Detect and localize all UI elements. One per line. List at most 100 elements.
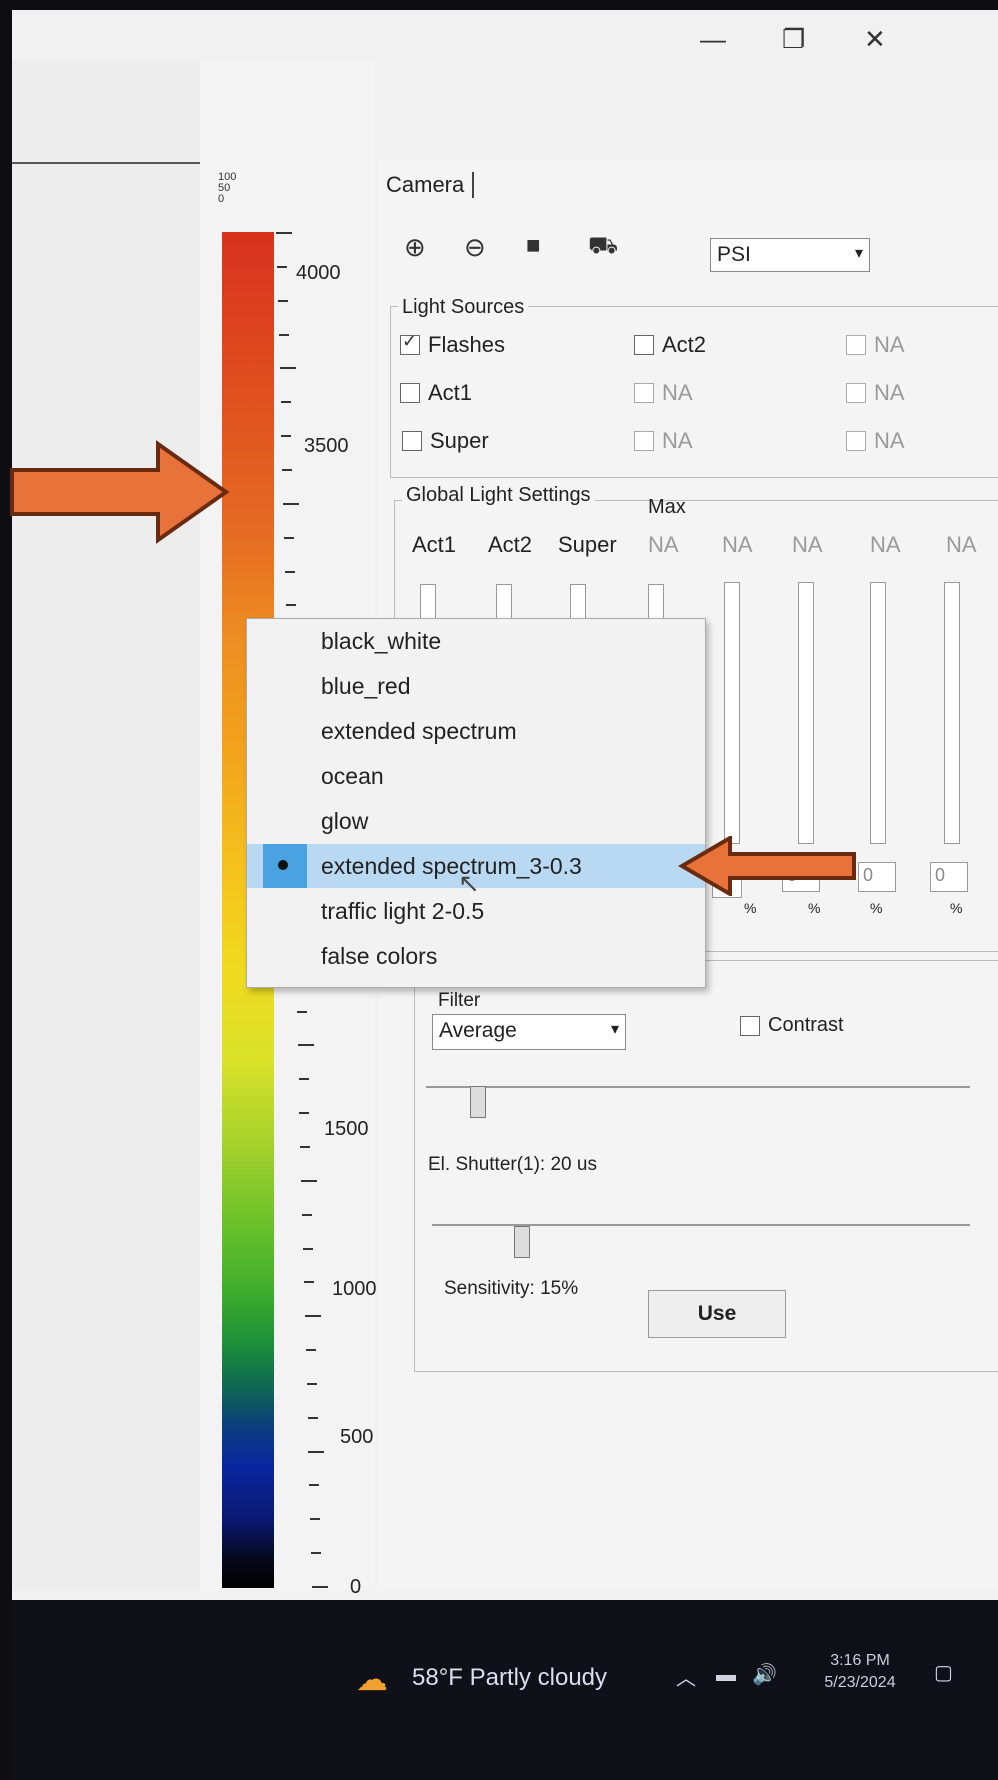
scale-tick [283, 502, 300, 505]
checkbox-box [846, 383, 866, 403]
annotation-arrow-right-icon [10, 440, 230, 544]
checkbox-box[interactable] [402, 431, 422, 451]
checkbox-label: Contrast [768, 1014, 844, 1036]
menu-item-label: black_white [321, 627, 442, 654]
shutter-slider-track[interactable] [432, 1224, 970, 1226]
checkbox-na: NA [634, 380, 693, 406]
camera-icon[interactable]: ■ [526, 232, 541, 260]
checkbox-na: NA [846, 428, 905, 454]
checkbox-flashes[interactable]: Flashes [400, 331, 506, 358]
menu-item-glow[interactable]: glow [247, 799, 705, 843]
menu-item-black-white[interactable]: black_white [247, 619, 705, 663]
scale-tick [308, 1450, 325, 1453]
view-divider [12, 162, 210, 164]
scale-tick [301, 1179, 318, 1182]
checkbox-box [634, 383, 654, 403]
menu-item-label: glow [321, 807, 369, 834]
filter-slider-thumb[interactable] [470, 1086, 486, 1118]
slider-na [724, 582, 740, 844]
unit-label: % [808, 900, 821, 916]
zoom-out-icon[interactable]: ⊖ [464, 232, 486, 263]
checkbox-box[interactable] [400, 331, 420, 355]
scale-tick [280, 401, 291, 404]
checkbox-label: Super [430, 428, 489, 453]
checkbox-box [846, 335, 866, 355]
scale-label-1500: 1500 [324, 1118, 369, 1140]
checkbox-act1[interactable]: Act1 [400, 380, 472, 406]
scale-tick [282, 468, 293, 471]
checkbox-box [634, 431, 654, 451]
chevron-up-icon[interactable]: ︿ [676, 1662, 696, 1691]
checkbox-na: NA [634, 428, 693, 454]
scale-tick [285, 604, 296, 607]
use-button[interactable]: Use [648, 1290, 786, 1338]
checkbox-label: NA [874, 380, 905, 405]
zoom-in-icon[interactable]: ⊕ [404, 232, 426, 263]
checkbox-box[interactable] [634, 335, 654, 355]
menu-item-label: ocean [321, 762, 384, 789]
value-field[interactable]: 0 [858, 862, 896, 892]
scale-label-4000: 4000 [296, 262, 341, 284]
filter-select-value: Average [439, 1019, 517, 1042]
menu-item-false-colors[interactable]: false colors [247, 934, 705, 978]
notification-icon[interactable]: ▢ [934, 1660, 953, 1685]
scale-tick [278, 333, 289, 336]
close-button[interactable]: ✕ [864, 24, 886, 55]
slider-na [870, 582, 886, 844]
filter-select[interactable]: Average ▾ [432, 1014, 626, 1050]
weather-icon: ☁ [356, 1661, 388, 1697]
volume-icon[interactable]: 🔊 [752, 1662, 777, 1687]
scale-tick [281, 435, 292, 438]
checkbox-contrast[interactable]: Contrast [740, 1014, 844, 1037]
scale-tick [276, 232, 292, 234]
annotation-arrow-left-icon [678, 836, 856, 896]
scale-tick [276, 265, 287, 268]
scale-tick [279, 367, 296, 370]
menu-item-blue-red[interactable]: blue_red [247, 664, 705, 708]
clock[interactable]: 3:16 PM 5/23/2024 [812, 1650, 908, 1694]
scale-tick [307, 1416, 318, 1419]
color-scheme-menu[interactable]: black_white blue_red extended spectrum o… [246, 618, 706, 988]
image-view[interactable] [12, 60, 212, 1590]
maximize-button[interactable]: ❐ [782, 24, 805, 55]
light-sources-title: Light Sources [398, 296, 529, 319]
car-icon[interactable]: ⛟ [588, 232, 618, 262]
checkbox-box [846, 431, 866, 451]
shutter-slider-thumb[interactable] [514, 1226, 530, 1258]
checkbox-label: Flashes [428, 332, 506, 357]
unit-label: % [950, 900, 963, 916]
legend-mini-0: 0 [218, 193, 225, 205]
chevron-down-icon: ▾ [854, 245, 863, 262]
scale-tick [302, 1213, 313, 1216]
scale-tick [310, 1518, 321, 1521]
unit-label: % [744, 900, 757, 916]
checkbox-na: NA [846, 332, 905, 358]
units-select[interactable]: PSI ▾ [710, 238, 870, 272]
column-na: NA [792, 532, 823, 557]
global-light-title: Global Light Settings [402, 484, 595, 507]
scale-tick [312, 1586, 328, 1588]
scale-tick [285, 570, 295, 573]
checkbox-super[interactable]: Super [402, 428, 489, 454]
column-na: NA [946, 532, 977, 557]
weather-text[interactable]: 58°F Partly cloudy [412, 1664, 607, 1692]
menu-item-extended-spectrum[interactable]: extended spectrum [247, 709, 705, 753]
filter-slider-track[interactable] [426, 1086, 970, 1088]
minimize-button[interactable]: — [700, 24, 726, 55]
checkbox-act2[interactable]: Act2 [634, 332, 706, 358]
menu-item-ocean[interactable]: ocean [247, 754, 705, 798]
scale-tick [309, 1484, 320, 1487]
tab-camera[interactable]: Camera [386, 172, 475, 198]
checkbox-box[interactable] [400, 383, 420, 403]
checkbox-na: NA [846, 380, 905, 406]
slider-na [944, 582, 960, 844]
unit-label: % [870, 900, 883, 916]
scale-tick [298, 1078, 309, 1081]
bullet-icon [278, 860, 288, 870]
checkbox-box[interactable] [740, 1015, 760, 1036]
scale-label-500: 500 [340, 1426, 374, 1448]
value-field[interactable]: 0 [930, 862, 968, 892]
scale-tick [311, 1552, 322, 1555]
network-icon[interactable]: ▬ [716, 1664, 736, 1687]
scale-tick [306, 1382, 317, 1385]
